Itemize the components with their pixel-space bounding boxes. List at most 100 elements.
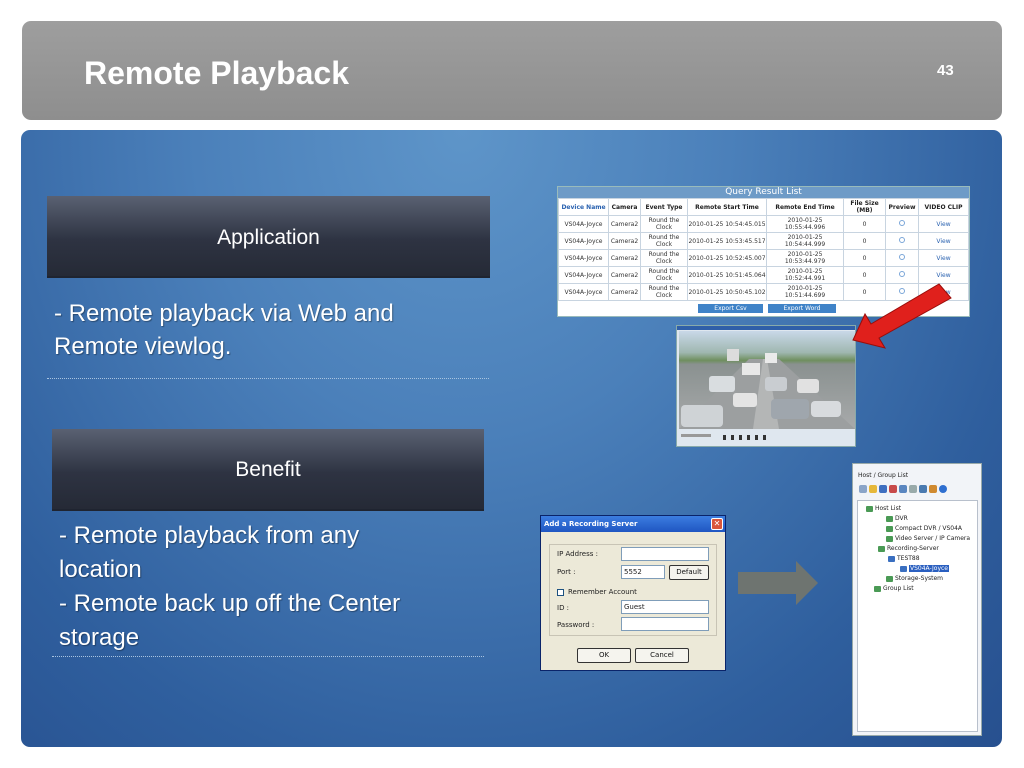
tool-icon-3[interactable]	[879, 485, 887, 493]
end-time-cell: 2010-01-25 10:51:44.699	[766, 283, 844, 301]
end-time-cell: 2010-01-25 10:53:44.979	[766, 249, 844, 267]
col-file-size: File Size (MB)	[843, 198, 886, 216]
event-cell: Round the Clock	[640, 215, 688, 233]
host-group-list-title: Host / Group List	[858, 472, 909, 479]
benefit-heading: Benefit	[235, 458, 301, 481]
view-link[interactable]: View	[918, 232, 969, 250]
info-icon[interactable]	[939, 485, 947, 493]
delete-icon[interactable]	[909, 485, 917, 493]
tree-node-host-list[interactable]: Host List	[866, 505, 901, 512]
benefit-heading-box: Benefit	[52, 429, 484, 511]
view-link[interactable]: View	[918, 249, 969, 267]
benefit-line-2: location	[59, 556, 142, 583]
col-preview: Preview	[885, 198, 919, 216]
end-time-cell: 2010-01-25 10:54:44.999	[766, 232, 844, 250]
dialog-titlebar: Add a Recording Server ✕	[541, 516, 725, 532]
remember-account-label: Remember Account	[568, 588, 637, 596]
start-time-cell: 2010-01-25 10:52:45.007	[687, 249, 767, 267]
application-line-1: - Remote playback via Web and	[54, 300, 394, 327]
close-icon[interactable]: ✕	[711, 518, 723, 530]
add-recording-server-dialog: Add a Recording Server ✕ IP Address : Po…	[540, 515, 726, 671]
password-input[interactable]	[621, 617, 709, 631]
benefit-text: - Remote playback from any location - Re…	[59, 519, 484, 655]
col-event-type: Event Type	[640, 198, 688, 216]
start-time-cell: 2010-01-25 10:51:45.064	[687, 266, 767, 284]
tree-node-test88[interactable]: TEST88	[888, 555, 920, 562]
video-titlebar	[677, 326, 855, 330]
tree-node-group-list[interactable]: Group List	[874, 585, 914, 592]
tool-icon-4[interactable]	[889, 485, 897, 493]
tool-icon-7[interactable]	[919, 485, 927, 493]
magnifier-icon[interactable]	[899, 220, 905, 226]
remember-account-checkbox[interactable]	[557, 589, 564, 596]
port-label: Port :	[557, 568, 576, 576]
col-camera: Camera	[608, 198, 641, 216]
preview-cell	[885, 232, 919, 250]
tree-node-storage-system[interactable]: Storage-System	[886, 575, 943, 582]
ip-address-label: IP Address :	[557, 550, 598, 558]
divider-benefit	[52, 656, 484, 657]
camera-cell: Camera2	[608, 266, 641, 284]
password-label: Password :	[557, 621, 595, 629]
host-toolbar	[859, 485, 947, 495]
benefit-line-3: - Remote back up off the Center	[59, 590, 401, 617]
page-number: 43	[937, 62, 954, 79]
col-end-time: Remote End Time	[766, 198, 844, 216]
tool-icon-1[interactable]	[859, 485, 867, 493]
magnifier-icon[interactable]	[899, 237, 905, 243]
preview-cell	[885, 215, 919, 233]
folder-icon[interactable]	[869, 485, 877, 493]
export-word-button[interactable]: Export Word	[768, 304, 836, 313]
col-device-name: Device Name	[558, 198, 609, 216]
tree-node-vs04a-joyce[interactable]: VS04A-Joyce	[900, 565, 950, 572]
col-start-time: Remote Start Time	[687, 198, 767, 216]
event-cell: Round the Clock	[640, 249, 688, 267]
application-heading: Application	[217, 226, 320, 249]
tree-node-compact-dvr[interactable]: Compact DVR / VS04A	[886, 525, 962, 532]
application-heading-box: Application	[47, 196, 490, 278]
file-size-cell: 0	[843, 232, 886, 250]
event-cell: Round the Clock	[640, 232, 688, 250]
camera-cell: Camera2	[608, 283, 641, 301]
divider-application	[47, 378, 489, 379]
device-cell: VS04A-Joyce	[558, 249, 609, 267]
table-row: VS04A-Joyce Camera2 Round the Clock 2010-01…	[558, 215, 969, 233]
default-button[interactable]: Default	[669, 565, 709, 580]
slide-header: Remote Playback 43	[22, 21, 1002, 120]
magnifier-icon[interactable]	[899, 254, 905, 260]
highway-video-image	[679, 331, 855, 429]
device-cell: VS04A-Joyce	[558, 232, 609, 250]
preview-cell	[885, 249, 919, 267]
query-result-title: Query Result List	[558, 187, 969, 198]
application-text: - Remote playback via Web and Remote vie…	[54, 297, 494, 363]
start-time-cell: 2010-01-25 10:50:45.102	[687, 283, 767, 301]
file-size-cell: 0	[843, 249, 886, 267]
camera-cell: Camera2	[608, 232, 641, 250]
dialog-title: Add a Recording Server	[544, 520, 638, 528]
tree-node-dvr[interactable]: DVR	[886, 515, 908, 522]
tree-node-recording-server[interactable]: Recording-Server	[878, 545, 939, 552]
video-controls[interactable]	[679, 432, 855, 444]
ok-button[interactable]: OK	[577, 648, 631, 663]
tree-node-video-server[interactable]: Video Server / IP Camera	[886, 535, 970, 542]
export-csv-button[interactable]: Export Csv	[698, 304, 763, 313]
magnifier-icon[interactable]	[899, 271, 905, 277]
slide-title: Remote Playback	[84, 55, 350, 91]
port-input[interactable]: 5552	[621, 565, 665, 579]
id-label: ID :	[557, 604, 570, 612]
refresh-icon[interactable]	[929, 485, 937, 493]
host-tree: Host List DVR Compact DVR / VS04A Video …	[857, 500, 978, 732]
ip-address-input[interactable]	[621, 547, 709, 561]
application-line-2: Remote viewlog.	[54, 333, 232, 360]
cancel-button[interactable]: Cancel	[635, 648, 689, 663]
video-playback-frame	[676, 325, 856, 447]
camera-cell: Camera2	[608, 215, 641, 233]
end-time-cell: 2010-01-25 10:52:44.991	[766, 266, 844, 284]
device-cell: VS04A-Joyce	[558, 266, 609, 284]
view-link[interactable]: View	[918, 215, 969, 233]
benefit-line-4: storage	[59, 624, 140, 651]
host-group-list-panel: Host / Group List Host List DVR Compact …	[852, 463, 982, 736]
tool-icon-5[interactable]	[899, 485, 907, 493]
event-cell: Round the Clock	[640, 266, 688, 284]
id-input[interactable]: Guest	[621, 600, 709, 614]
